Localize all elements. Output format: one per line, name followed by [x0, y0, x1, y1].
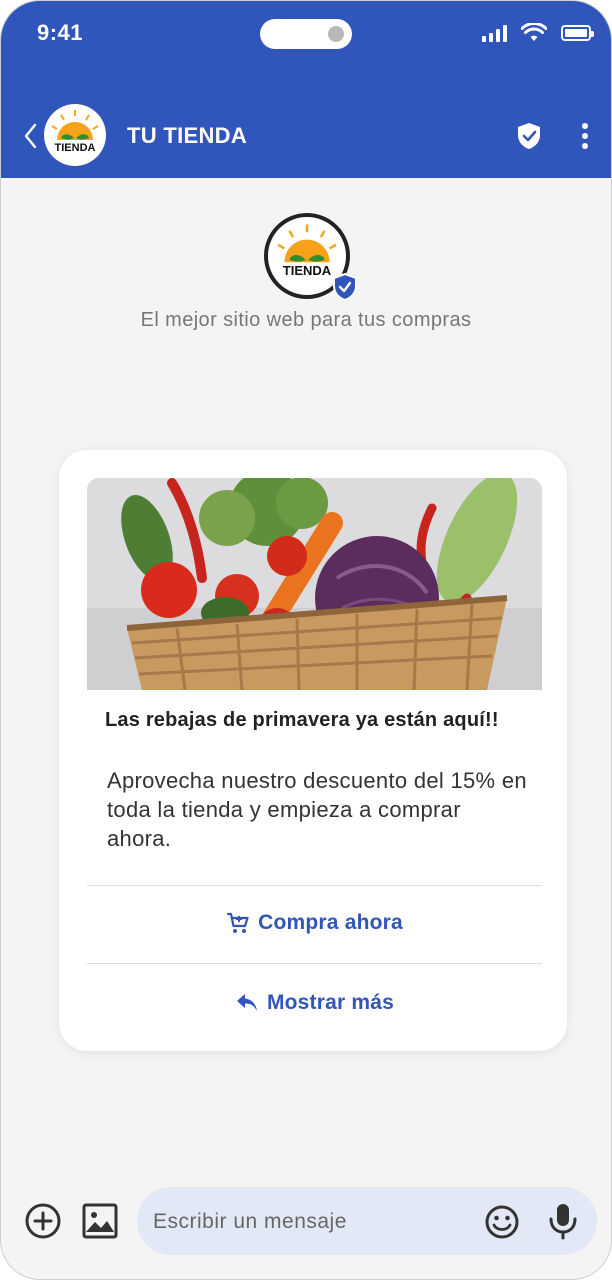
verified-badge: [332, 272, 358, 302]
camera-dot: [328, 26, 344, 42]
signal-icon: [482, 24, 507, 42]
promo-description: Aprovecha nuestro descuento del 15% en t…: [107, 768, 527, 851]
chevron-left-icon: [24, 123, 37, 149]
more-options-button[interactable]: [575, 121, 595, 151]
cart-icon: [227, 912, 249, 933]
add-attachment-button[interactable]: [24, 1202, 62, 1240]
emoji-icon: [485, 1205, 519, 1239]
plus-circle-icon: [25, 1203, 61, 1239]
app-header: 9:41 TIENDA TU TIENDA: [1, 1, 611, 178]
sun-logo-icon: [51, 110, 99, 140]
store-avatar[interactable]: TIENDA: [44, 104, 106, 166]
buy-now-label: Compra ahora: [258, 911, 403, 934]
promo-title: Las rebajas de primavera ya están aquí!!: [105, 709, 499, 731]
security-button[interactable]: [515, 121, 543, 151]
phone-screen: 9:41 TIENDA TU TIENDA TIENDA El mejor si…: [0, 0, 612, 1280]
emoji-button[interactable]: [484, 1204, 520, 1240]
wifi-icon: [521, 23, 547, 41]
buy-now-button[interactable]: Compra ahora: [87, 893, 542, 953]
message-input[interactable]: [151, 1201, 475, 1243]
verified-shield-icon: [333, 272, 357, 302]
microphone-button[interactable]: [547, 1202, 579, 1240]
reply-icon: [236, 994, 257, 1011]
gallery-button[interactable]: [81, 1202, 119, 1240]
show-more-button[interactable]: Mostrar más: [87, 973, 542, 1033]
vegetable-basket-image: [87, 478, 542, 690]
microphone-icon: [549, 1204, 577, 1240]
message-composer: [137, 1187, 597, 1255]
status-time: 9:41: [37, 20, 84, 45]
status-icons: [482, 23, 594, 43]
composer-bar: [1, 1181, 611, 1271]
store-tagline: El mejor sitio web para tus compras: [140, 309, 472, 331]
image-icon: [82, 1203, 118, 1239]
shield-check-icon: [518, 123, 540, 149]
back-button[interactable]: [19, 119, 41, 153]
divider: [87, 885, 542, 886]
promo-image[interactable]: [87, 478, 542, 690]
more-vertical-icon: [582, 123, 588, 149]
show-more-label: Mostrar más: [266, 991, 395, 1014]
promo-card: Las rebajas de primavera ya están aquí!!…: [59, 450, 567, 1051]
logo-text: TIENDA: [54, 142, 96, 154]
dynamic-island: [260, 19, 352, 49]
battery-icon: [561, 25, 594, 41]
page-title: TU TIENDA: [127, 123, 248, 148]
divider: [87, 963, 542, 964]
